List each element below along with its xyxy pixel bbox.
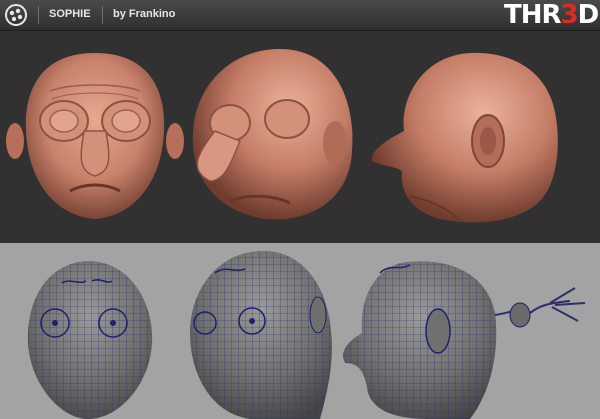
wireframe-side — [343, 261, 586, 419]
header-divider — [102, 6, 103, 24]
brand-logo[interactable]: THR3D — [504, 0, 600, 30]
render-panel — [0, 31, 600, 243]
wireframe-three-quarter — [190, 250, 332, 419]
brand-text-right: D — [577, 0, 600, 30]
wireframe-front — [27, 261, 153, 419]
brand-text-left: THR — [504, 0, 562, 30]
page-title: SOPHIE — [49, 8, 91, 20]
side-view — [371, 52, 558, 223]
header-bar: SOPHIE by Frankino THR3D — [0, 0, 600, 31]
brand-text-mid: 3 — [560, 0, 579, 30]
header-divider — [38, 6, 39, 24]
wireframe-panel — [0, 243, 600, 419]
author-byline[interactable]: by Frankino — [113, 8, 175, 20]
front-view — [6, 53, 184, 219]
three-quarter-view — [192, 49, 353, 220]
logo-icon[interactable] — [5, 4, 27, 26]
